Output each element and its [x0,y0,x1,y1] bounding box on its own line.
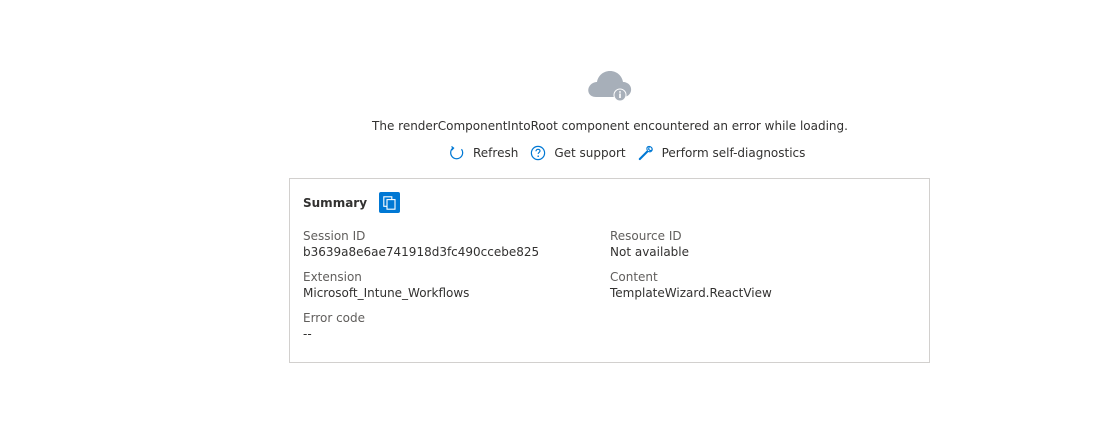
session-id-label: Session ID [303,229,366,243]
extension-label: Extension [303,270,362,284]
error-code-value: -- [303,327,312,341]
content-label: Content [610,270,658,284]
error-page: The renderComponentIntoRoot component en… [0,0,1115,447]
refresh-button[interactable]: Refresh [449,145,518,161]
error-code-label: Error code [303,311,366,325]
session-id-field: Session ID b3639a8e6ae741918d3fc490ccebe… [303,228,539,260]
wrench-icon [638,145,653,161]
error-code-field: Error code -- [303,310,365,342]
get-support-label: Get support [554,146,626,160]
copy-button[interactable] [379,192,401,213]
extension-field: Extension Microsoft_Intune_Workflows [303,269,469,301]
resource-id-field: Resource ID Not available [610,228,689,260]
cloud-info-icon [586,67,636,103]
resource-id-value: Not available [610,245,690,259]
self-diagnostics-label: Perform self-diagnostics [661,146,806,160]
refresh-label: Refresh [473,146,519,160]
help-circle-icon [531,145,546,161]
summary-header: Summary [303,192,401,213]
summary-title: Summary [303,195,368,210]
self-diagnostics-button[interactable]: Perform self-diagnostics [638,145,806,161]
session-id-value: b3639a8e6ae741918d3fc490ccebe825 [303,245,540,259]
get-support-button[interactable]: Get support [530,145,626,161]
content-value: TemplateWizard.ReactView [610,286,772,300]
content-field: Content TemplateWizard.ReactView [610,269,772,301]
extension-value: Microsoft_Intune_Workflows [303,286,470,300]
refresh-icon [450,146,464,160]
summary-panel: Summary Session ID b3639a8e6ae741918d3fc… [289,178,930,363]
error-message: The renderComponentIntoRoot component en… [372,119,848,133]
copy-icon [383,195,396,210]
resource-id-label: Resource ID [610,229,682,243]
action-bar: Refresh Get support Perform self-diagnos… [449,143,817,163]
